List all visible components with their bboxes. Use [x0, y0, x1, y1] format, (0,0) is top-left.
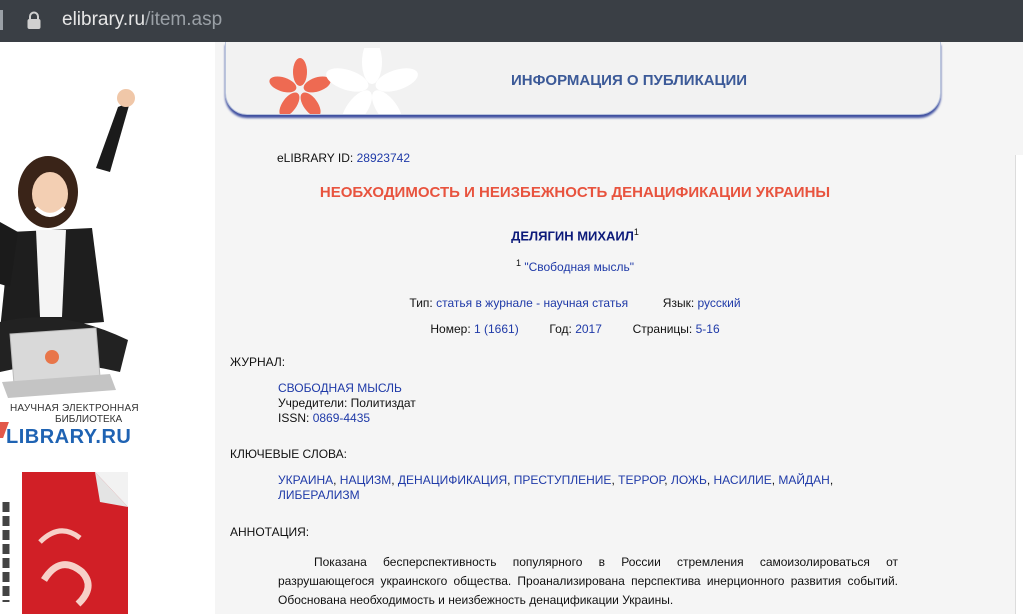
publication-type-language: Тип: статья в журнале - научная статья Я… — [409, 296, 741, 310]
publication-title: НЕОБХОДИМОСТЬ И НЕИЗБЕЖНОСТЬ ДЕНАЦИФИКАЦ… — [319, 184, 831, 201]
annotation-text: Показана бесперспективность популярного … — [278, 555, 898, 607]
issn-link[interactable]: 0869-4435 — [313, 411, 370, 425]
elibrary-logo[interactable]: НАУЧНАЯ ЭЛЕКТРОННАЯ БИБЛИОТЕКА LIBRARY.R… — [0, 398, 150, 450]
magazine-cover-image[interactable] — [0, 472, 130, 614]
page-title: ИНФОРМАЦИЯ О ПУБЛИКАЦИИ — [511, 72, 748, 89]
keyword-link[interactable]: МАЙДАН — [778, 473, 829, 487]
journal-section-label: ЖУРНАЛ: — [230, 355, 286, 369]
journal-founders: Учредители: Политиздат — [278, 396, 416, 410]
type-value[interactable]: статья в журнале - научная статья — [436, 296, 628, 310]
keywords-section-label: КЛЮЧЕВЫЕ СЛОВА: — [230, 447, 347, 461]
author-link[interactable]: ДЕЛЯГИН МИХАИЛ — [511, 228, 634, 243]
promo-woman-laptop-image[interactable] — [0, 72, 150, 402]
logo-line2: БИБЛИОТЕКА — [55, 414, 123, 425]
affiliation: 1 "Свободная мысль" — [515, 258, 634, 274]
keyword-link[interactable]: НАЦИЗМ — [340, 473, 391, 487]
browser-address-bar[interactable]: elibrary.ru/item.asp — [0, 0, 1023, 42]
year-link[interactable]: 2017 — [575, 322, 602, 336]
right-panel-edge — [1015, 155, 1023, 614]
keyword-link[interactable]: ТЕРРОР — [618, 473, 664, 487]
keyword-link[interactable]: ДЕНАЦИФИКАЦИЯ — [398, 473, 507, 487]
pages-value: 5-16 — [695, 322, 720, 336]
keyword-link[interactable]: НАСИЛИЕ — [714, 473, 772, 487]
flower-decoration-icon — [269, 48, 418, 114]
keyword-link[interactable]: ЛОЖЬ — [671, 473, 707, 487]
issue-number-link[interactable]: 1 (1661) — [474, 322, 519, 336]
keyword-link[interactable]: ПРЕСТУПЛЕНИЕ — [514, 473, 612, 487]
author: ДЕЛЯГИН МИХАИЛ1 — [511, 227, 639, 244]
elibrary-id-value[interactable]: 28923742 — [357, 151, 410, 165]
left-sidebar: НАУЧНАЯ ЭЛЕКТРОННАЯ БИБЛИОТЕКА LIBRARY.R… — [0, 42, 215, 614]
keyword-link[interactable]: УКРАИНА — [278, 473, 333, 487]
journal-info: СВОБОДНАЯ МЫСЛЬ Учредители: Политиздат I… — [278, 381, 416, 425]
lock-icon — [27, 11, 41, 29]
journal-name-link[interactable]: СВОБОДНАЯ МЫСЛЬ — [278, 381, 402, 395]
logo-brand: LIBRARY.RU — [6, 426, 132, 448]
affiliation-link[interactable]: "Свободная мысль" — [524, 260, 634, 274]
keyword-link[interactable]: ЛИБЕРАЛИЗМ — [278, 488, 360, 502]
language-value[interactable]: русский — [698, 296, 741, 310]
logo-line1: НАУЧНАЯ ЭЛЕКТРОННАЯ — [10, 403, 139, 414]
page-header-banner: ИНФОРМАЦИЯ О ПУБЛИКАЦИИ — [225, 42, 941, 115]
url-text[interactable]: elibrary.ru/item.asp — [62, 9, 222, 31]
elibrary-id: eLIBRARY ID: 28923742 — [277, 151, 410, 165]
tab-edge — [0, 10, 3, 30]
publication-issue-info: Номер: 1 (1661) Год: 2017 Страницы: 5-16 — [430, 322, 720, 336]
keywords-list: УКРАИНА, НАЦИЗМ, ДЕНАЦИФИКАЦИЯ, ПРЕСТУПЛ… — [278, 473, 834, 502]
annotation-section-label: АННОТАЦИЯ: — [230, 525, 310, 539]
